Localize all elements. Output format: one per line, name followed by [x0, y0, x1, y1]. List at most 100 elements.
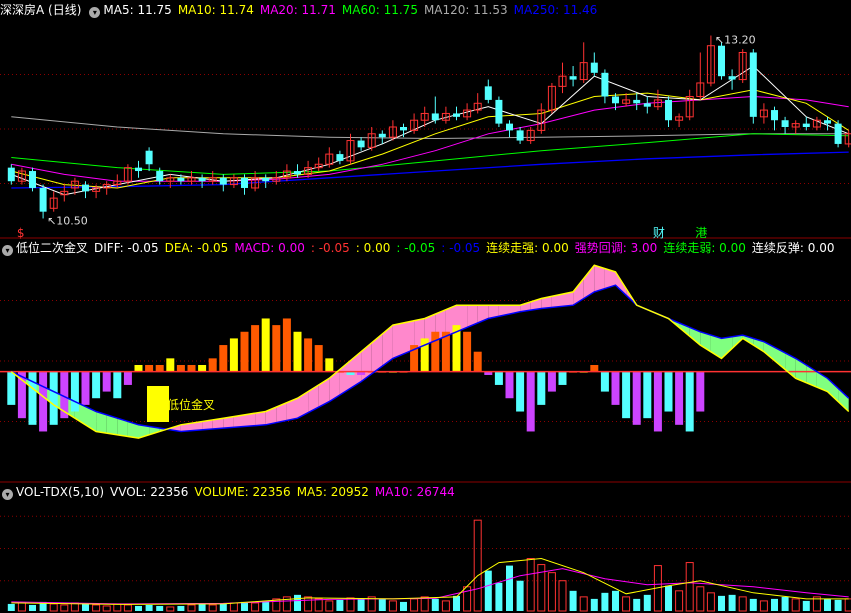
settings-icon[interactable]: ▾ [2, 489, 13, 500]
volume-bar [17, 602, 26, 612]
macd-bar [39, 371, 48, 432]
volume-bar [685, 562, 694, 612]
macd-bar [81, 371, 90, 405]
macd-bar [314, 345, 323, 372]
candle-body [506, 123, 513, 131]
macd-bar [463, 331, 472, 372]
volume-bar [229, 602, 238, 612]
macd-bar [611, 371, 620, 405]
price-indicator-1: MA10: 11.74 [177, 3, 254, 17]
candle-body [145, 150, 153, 165]
candle-body [262, 177, 270, 182]
macd-bar [547, 371, 556, 392]
volume-bar [526, 558, 535, 612]
candle-body [781, 120, 789, 127]
macd-indicator-10: 连续反弹: 0.00 [751, 241, 835, 255]
macd-bar [558, 371, 567, 385]
volume-bar [357, 598, 365, 611]
macd-bar [600, 371, 609, 392]
macd-bar [134, 365, 143, 372]
macd-bar [653, 371, 662, 432]
macd-bar [505, 371, 514, 399]
macd-bar [166, 358, 175, 372]
macd-bar [664, 371, 673, 412]
candle-body [156, 171, 164, 182]
volume-bar [844, 598, 851, 612]
candle-body [400, 127, 407, 131]
candle-body [601, 72, 609, 97]
vol-indicator-2: MA5: 20952 [296, 485, 369, 499]
volume-bar [400, 601, 407, 611]
macd-bar [304, 338, 313, 372]
candle-body [590, 62, 598, 73]
volume-bar [336, 599, 344, 611]
volume-bar [495, 582, 503, 611]
macd-bar [70, 371, 79, 412]
event-marker: 财 [653, 226, 665, 240]
macd-bar [102, 371, 111, 392]
volume-bar [516, 580, 524, 611]
macd-indicator-9: 连续走弱: 0.00 [663, 241, 746, 255]
macd-bar [526, 371, 535, 432]
price-indicator-0: MA5: 11.75 [103, 3, 172, 17]
high-price-label: ↖13.20 [715, 34, 756, 47]
macd-bar [7, 371, 16, 405]
macd-bar [431, 331, 440, 372]
vol-indicator-1: VOLUME: 22356 [194, 485, 291, 499]
price-indicator-5: MA250: 11.46 [513, 3, 598, 17]
volume-bar [547, 572, 556, 612]
macd-bar [622, 371, 631, 419]
macd-fill [827, 378, 839, 402]
candle-body [135, 167, 142, 172]
stock-chart: ↖13.20 ↖10.50 $ 财 港低位金叉 [0, 34, 851, 612]
macd-bar [176, 365, 185, 372]
volume-bar [7, 603, 15, 611]
volume-bar [198, 603, 206, 611]
macd-indicator-3: : -0.05 [310, 241, 350, 255]
macd-bar [198, 365, 207, 372]
macd-fill [838, 388, 849, 412]
candle-body [569, 76, 577, 80]
settings-icon[interactable]: ▾ [89, 7, 101, 18]
volume-bar [388, 600, 397, 612]
volume-bar [824, 598, 831, 611]
volume-bar [759, 600, 768, 612]
macd-bar [208, 358, 217, 372]
volume-bar [135, 605, 142, 611]
golden-cross-label: 低位金叉 [167, 397, 215, 412]
volume-bar [738, 596, 747, 612]
macd-bar [643, 371, 652, 419]
volume-bar [579, 596, 588, 612]
macd-title: 低位二次金叉 [16, 241, 89, 255]
volume-bar [675, 590, 684, 612]
volume-bar [49, 603, 58, 612]
candle-body [453, 113, 460, 117]
vol-indicators: VVOL: 22356 VOLUME: 22356 MA5: 20952 MA10: … [110, 485, 461, 499]
vol-panel-header: ▾ VOL-TDX(5,10) VVOL: 22356 VOLUME: 22356 MA… [0, 484, 467, 500]
macd-bar [282, 318, 291, 372]
macd-indicator-0: DIFF: -0.05 [94, 241, 159, 255]
volume-bar [590, 598, 598, 611]
price-indicator-3: MA60: 11.75 [341, 3, 418, 17]
macd-bar [473, 351, 482, 372]
candle-body [484, 86, 492, 100]
candle-body [219, 177, 227, 185]
macd-bar [229, 338, 238, 372]
macd-indicators: DIFF: -0.05 DEA: -0.05 MACD: 0.00: -0.05: … [94, 241, 840, 255]
macd-bar [187, 365, 196, 372]
volume-bar [113, 603, 122, 612]
settings-icon[interactable]: ▾ [2, 245, 13, 256]
ma5-line [11, 65, 849, 196]
volume-bar [208, 604, 217, 612]
macd-indicator-5: : -0.05 [396, 241, 436, 255]
candle-body [82, 184, 89, 192]
macd-bar [675, 371, 684, 425]
macd-indicator-6: : -0.05 [441, 241, 481, 255]
volume-bar [346, 597, 355, 612]
candle-body [7, 167, 15, 182]
candle-body [495, 99, 503, 124]
event-marker: 港 [695, 226, 707, 240]
macd-indicator-8: 强势回调: 3.00 [574, 241, 658, 255]
volume-bar [262, 600, 270, 611]
macd-bar [240, 331, 249, 372]
